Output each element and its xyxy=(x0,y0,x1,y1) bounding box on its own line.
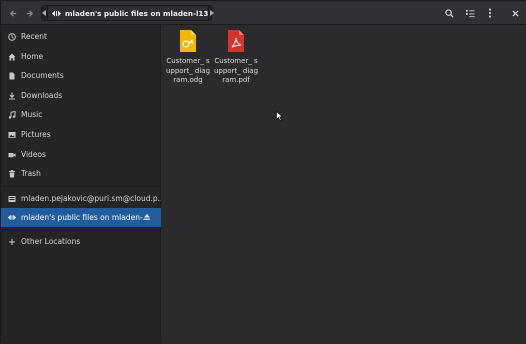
places-sidebar: Recent Home Documents Downloads Music Pi… xyxy=(1,25,161,344)
sidebar-item-label: Recent xyxy=(21,32,47,41)
odg-drawing-file-icon xyxy=(180,30,196,52)
file-name: Customer_ support_ diagram.pdf xyxy=(213,57,259,84)
header-bar: mladen's public files on mladen-l13 xyxy=(1,1,526,25)
close-icon xyxy=(511,9,519,17)
file-manager-window: mladen's public files on mladen-l13 Rece… xyxy=(0,0,526,344)
menu-icon xyxy=(488,8,492,18)
sidebar-item-label: Trash xyxy=(21,169,41,178)
trash-icon xyxy=(8,169,16,178)
network-share-icon xyxy=(8,214,16,222)
sidebar-item-documents[interactable]: Documents xyxy=(1,66,161,85)
pdf-file-icon xyxy=(228,30,244,52)
sidebar-item-cloud-account[interactable]: mladen.pejakovic@puri.sm@cloud.p... xyxy=(1,189,161,208)
path-crumb-current[interactable]: mladen's public files on mladen-l13 xyxy=(47,6,210,20)
sidebar-item-label: Downloads xyxy=(21,91,63,100)
download-icon xyxy=(8,92,16,100)
sidebar-item-trash[interactable]: Trash xyxy=(1,164,161,183)
sidebar-item-label: mladen.pejakovic@puri.sm@cloud.p... xyxy=(21,194,161,203)
plus-icon xyxy=(8,238,16,246)
picture-icon xyxy=(8,131,16,139)
sidebar-item-label: Documents xyxy=(21,71,64,80)
file-name: Customer_ support_ diagram.odg xyxy=(165,57,211,84)
sidebar-separator xyxy=(1,230,161,231)
close-button[interactable] xyxy=(509,5,521,21)
back-button[interactable] xyxy=(6,5,20,21)
path-crumb-label: mladen's public files on mladen-l13 xyxy=(65,8,209,18)
back-arrow-icon xyxy=(9,9,16,17)
sidebar-item-label: Music xyxy=(21,110,43,119)
sidebar-item-other-locations[interactable]: Other Locations xyxy=(1,232,161,251)
forward-button[interactable] xyxy=(22,5,36,21)
file-view: Customer_ support_ diagram.odg Customer_… xyxy=(162,25,526,344)
path-bar: mladen's public files on mladen-l13 xyxy=(41,5,215,21)
view-options-button[interactable] xyxy=(463,5,477,21)
sidebar-item-label: Videos xyxy=(21,150,46,159)
document-icon xyxy=(8,72,16,80)
forward-arrow-icon xyxy=(26,9,33,17)
search-button[interactable] xyxy=(442,5,456,21)
eject-icon[interactable] xyxy=(143,213,152,222)
mouse-cursor-icon xyxy=(276,111,283,121)
path-scroll-right-button[interactable] xyxy=(209,6,215,20)
sidebar-item-public-files[interactable]: mladen's public files on mladen-... xyxy=(1,208,161,227)
network-share-icon xyxy=(52,10,61,16)
sidebar-item-label: mladen's public files on mladen-... xyxy=(21,213,150,222)
sidebar-item-music[interactable]: Music xyxy=(1,105,161,124)
sidebar-item-downloads[interactable]: Downloads xyxy=(1,86,161,105)
sidebar-item-pictures[interactable]: Pictures xyxy=(1,125,161,144)
home-icon xyxy=(8,53,16,61)
sidebar-item-label: Home xyxy=(21,52,44,61)
clock-icon xyxy=(8,32,16,41)
cloud-account-icon xyxy=(8,195,16,203)
sidebar-item-videos[interactable]: Videos xyxy=(1,145,161,164)
search-icon xyxy=(444,8,454,18)
video-icon xyxy=(8,151,16,159)
view-options-icon xyxy=(465,9,475,17)
sidebar-item-recent[interactable]: Recent xyxy=(1,27,161,46)
file-item[interactable]: Customer_ support_ diagram.pdf xyxy=(213,29,259,86)
sidebar-item-home[interactable]: Home xyxy=(1,47,161,66)
file-item[interactable]: Customer_ support_ diagram.odg xyxy=(165,29,211,86)
menu-button[interactable] xyxy=(483,5,497,21)
sidebar-separator xyxy=(1,186,161,187)
sidebar-item-label: Pictures xyxy=(21,130,51,139)
sidebar-item-label: Other Locations xyxy=(21,237,81,246)
music-icon xyxy=(8,110,16,119)
path-scroll-right-icon xyxy=(210,10,215,16)
